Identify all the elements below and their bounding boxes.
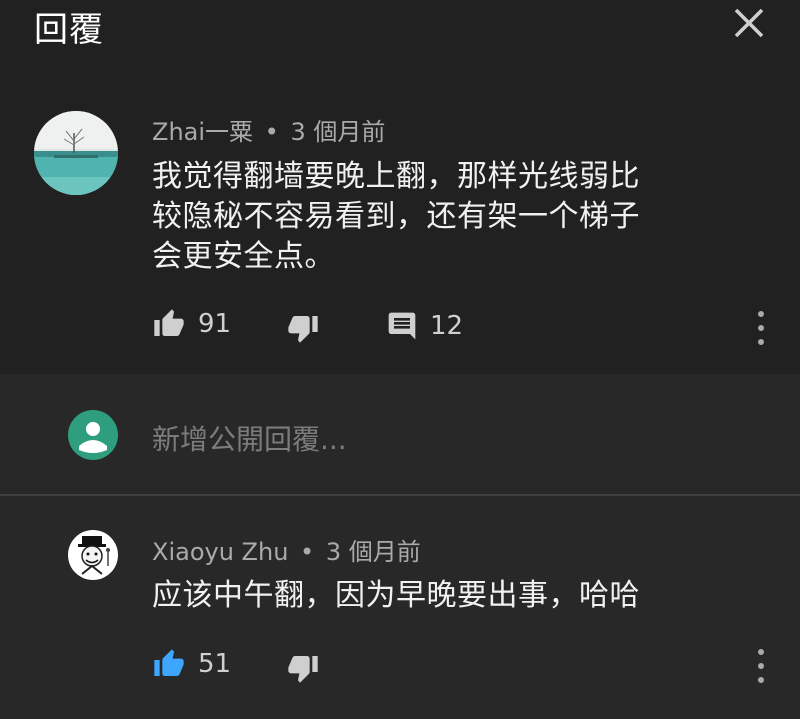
- header: 回覆: [0, 0, 800, 76]
- comment-text-line: 我觉得翻墙要晚上翻，那样光线弱比: [152, 159, 640, 194]
- like-count: 91: [198, 309, 232, 339]
- reply-composer: [0, 374, 800, 494]
- thumbs-down-icon: [288, 656, 318, 683]
- meta-separator: •: [264, 118, 279, 146]
- comment-time[interactable]: 3 個月前: [290, 118, 385, 146]
- thumbs-up-icon: [154, 649, 184, 676]
- comment-meta: Zhai一粟 • 3 個月前: [152, 112, 385, 147]
- comment-text-line: 会更安全点。: [152, 239, 335, 274]
- comment-author[interactable]: Xiaoyu Zhu: [152, 538, 288, 566]
- like-count: 51: [198, 649, 232, 679]
- comment-time[interactable]: 3 個月前: [326, 538, 421, 566]
- close-button[interactable]: [726, 2, 772, 48]
- landscape-avatar-image: [34, 111, 118, 195]
- meta-separator: •: [300, 538, 315, 566]
- comment-meta: Xiaoyu Zhu • 3 個月前: [152, 532, 421, 567]
- top-comment: Zhai一粟 • 3 個月前 我觉得翻墙要晚上翻，那样光线弱比 较隐秘不容易看到…: [0, 76, 800, 374]
- comment-text-line: 较隐秘不容易看到，还有架一个梯子: [152, 199, 640, 234]
- page-title: 回覆: [34, 10, 104, 50]
- close-icon: [734, 8, 764, 38]
- dislike-button[interactable]: [286, 652, 320, 684]
- more-options-button[interactable]: [756, 311, 766, 345]
- like-button[interactable]: 51: [152, 648, 231, 680]
- replies-button[interactable]: 12: [386, 310, 463, 342]
- comment-icon: [388, 312, 416, 340]
- dislike-button[interactable]: [286, 312, 320, 344]
- divider: [0, 494, 800, 496]
- thumbs-up-icon: [154, 309, 184, 336]
- avatar[interactable]: [34, 111, 118, 195]
- comment-text: 应该中午翻，因为早晚要出事，哈哈: [152, 578, 640, 613]
- more-vert-icon: [758, 649, 764, 655]
- reply-input[interactable]: 新增公開回覆...: [152, 418, 347, 458]
- meme-face-avatar-image: [78, 536, 110, 575]
- like-button[interactable]: 91: [152, 308, 231, 340]
- user-avatar: [68, 410, 118, 460]
- more-options-button[interactable]: [756, 649, 766, 683]
- thumbs-down-icon: [288, 316, 318, 343]
- reply-count: 12: [430, 311, 464, 341]
- more-vert-icon: [758, 311, 764, 317]
- person-icon: [79, 422, 107, 453]
- comment-author[interactable]: Zhai一粟: [152, 118, 253, 146]
- avatar[interactable]: [68, 530, 118, 580]
